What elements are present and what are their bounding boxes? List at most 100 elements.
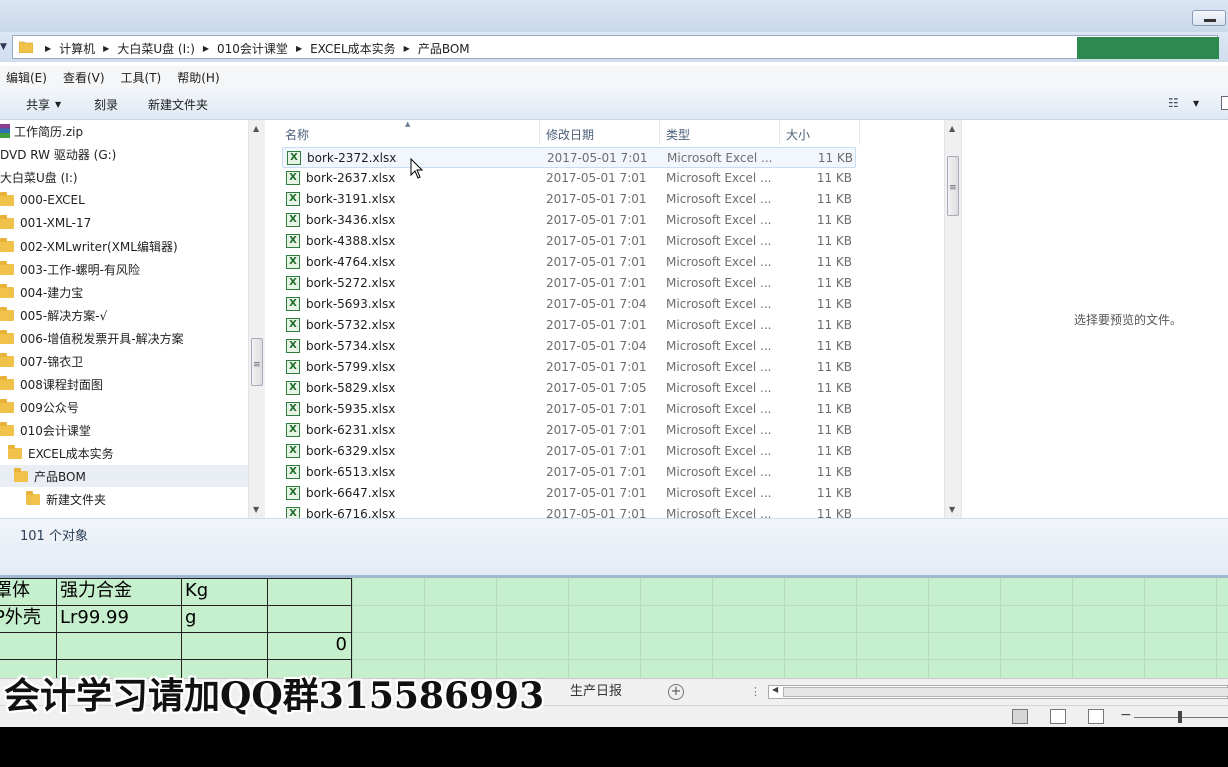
scrollbar-thumb[interactable] [783, 687, 1228, 697]
column-type[interactable]: 类型 [666, 126, 690, 143]
nav-item[interactable]: 006-增值税发票开具-解决方案 [0, 327, 184, 349]
chevron-right-icon[interactable]: ▶ [296, 44, 302, 53]
file-row[interactable]: Xbork-4764.xlsx 2017-05-01 7:01 Microsoft … [282, 252, 856, 273]
column-size[interactable]: 大小 [786, 126, 810, 143]
nav-item[interactable]: EXCEL成本实务 [8, 442, 114, 464]
breadcrumb-item[interactable]: 产品BOM [418, 40, 470, 57]
minimize-button[interactable] [1192, 10, 1226, 26]
breadcrumb-item[interactable]: 010会计课堂 [217, 40, 288, 57]
nav-item[interactable]: 大白菜U盘 (I:) [0, 166, 78, 188]
excel-cell[interactable]: P外壳 [0, 605, 57, 633]
column-divider[interactable] [659, 120, 660, 145]
zoom-slider-thumb[interactable] [1178, 711, 1182, 723]
zoom-out-icon[interactable]: − [1120, 707, 1132, 723]
nav-item[interactable]: 产品BOM [0, 465, 248, 487]
nav-item[interactable]: 008课程封面图 [0, 373, 103, 395]
chevron-right-icon[interactable]: ▶ [103, 44, 109, 53]
nav-item[interactable]: 新建文件夹 [14, 488, 106, 510]
menu-view[interactable]: 查看(V) [63, 69, 105, 86]
file-row[interactable]: Xbork-5799.xlsx 2017-05-01 7:01 Microsoft … [282, 357, 856, 378]
excel-cell[interactable]: g [181, 605, 268, 633]
file-row[interactable]: Xbork-5935.xlsx 2017-05-01 7:01 Microsoft … [282, 399, 856, 420]
breadcrumb-item[interactable]: 计算机 [59, 40, 95, 57]
excel-cell[interactable]: Lr99.99 [56, 605, 182, 633]
preview-pane: 选择要预览的文件。 [961, 120, 1228, 518]
excel-cell[interactable]: - [0, 632, 57, 660]
menu-tools[interactable]: 工具(T) [121, 69, 162, 86]
burn-button[interactable]: 刻录 [94, 96, 118, 113]
column-date[interactable]: 修改日期 [546, 126, 594, 143]
file-row[interactable]: Xbork-2637.xlsx 2017-05-01 7:01 Microsoft … [282, 168, 856, 189]
file-row[interactable]: Xbork-3436.xlsx 2017-05-01 7:01 Microsoft … [282, 210, 856, 231]
scrollbar-thumb[interactable] [251, 338, 263, 386]
file-row[interactable]: Xbork-6329.xlsx 2017-05-01 7:01 Microsoft … [282, 441, 856, 462]
horizontal-scrollbar[interactable]: ◀ [768, 685, 1228, 699]
preview-pane-icon[interactable] [1221, 96, 1228, 110]
nav-item[interactable]: 009公众号 [0, 396, 79, 418]
file-row[interactable]: Xbork-6231.xlsx 2017-05-01 7:01 Microsoft … [282, 420, 856, 441]
page-break-view-icon[interactable] [1088, 709, 1104, 724]
file-row[interactable]: Xbork-2372.xlsx 2017-05-01 7:01 Microsoft … [282, 147, 856, 168]
file-date: 2017-05-01 7:01 [546, 255, 647, 269]
caret-down-icon[interactable]: ▼ [1193, 99, 1199, 108]
menu-edit[interactable]: 编辑(E) [6, 69, 47, 86]
scroll-down-icon[interactable]: ▼ [949, 505, 955, 514]
chevron-right-icon[interactable]: ▶ [203, 44, 209, 53]
file-row[interactable]: Xbork-5829.xlsx 2017-05-01 7:05 Microsoft … [282, 378, 856, 399]
share-button[interactable]: 共享 ▼ [26, 96, 61, 113]
file-row[interactable]: Xbork-5734.xlsx 2017-05-01 7:04 Microsoft … [282, 336, 856, 357]
back-dropdown-icon[interactable]: ▼ [0, 42, 10, 52]
nav-item[interactable]: 001-XML-17 [0, 212, 91, 234]
breadcrumb-item[interactable]: EXCEL成本实务 [310, 40, 396, 57]
chevron-right-icon[interactable]: ▶ [45, 44, 51, 53]
excel-cell[interactable]: 强力合金 [56, 578, 182, 606]
scroll-up-icon[interactable]: ▲ [253, 124, 259, 133]
file-row[interactable]: Xbork-3191.xlsx 2017-05-01 7:01 Microsoft … [282, 189, 856, 210]
nav-item[interactable]: 010会计课堂 [0, 419, 91, 441]
nav-item[interactable]: DVD RW 驱动器 (G:) [0, 143, 116, 165]
file-row[interactable]: Xbork-5732.xlsx 2017-05-01 7:01 Microsoft … [282, 315, 856, 336]
scroll-up-icon[interactable]: ▲ [949, 124, 955, 133]
normal-view-icon[interactable] [1012, 709, 1028, 724]
file-row[interactable]: Xbork-6513.xlsx 2017-05-01 7:01 Microsoft … [282, 462, 856, 483]
file-row[interactable]: Xbork-6716.xlsx 2017-05-01 7:01 Microsoft … [282, 504, 856, 518]
column-divider[interactable] [779, 120, 780, 145]
splitter-icon[interactable]: ⋮ [750, 685, 761, 698]
nav-item[interactable]: 003-工作-螺明-有风险 [0, 258, 140, 280]
nav-item[interactable]: 002-XMLwriter(XML编辑器) [0, 235, 178, 257]
excel-cell[interactable] [267, 605, 352, 633]
excel-cell[interactable]: 0 [267, 632, 352, 660]
column-name[interactable]: 名称 [285, 126, 309, 143]
excel-cell[interactable]: 罩体 [0, 578, 57, 606]
nav-item[interactable]: 工作简历.zip [0, 120, 83, 142]
scroll-down-icon[interactable]: ▼ [253, 505, 259, 514]
new-folder-button[interactable]: 新建文件夹 [148, 96, 208, 113]
nav-item[interactable]: 004-建力宝 [0, 281, 83, 303]
file-list-scrollbar[interactable]: ▲ ▼ [944, 120, 961, 518]
nav-item[interactable]: 007-锦衣卫 [0, 350, 83, 372]
file-row[interactable]: Xbork-5693.xlsx 2017-05-01 7:04 Microsoft … [282, 294, 856, 315]
search-box-covered[interactable] [1077, 37, 1219, 59]
view-options-icon[interactable]: ☷ [1168, 96, 1184, 110]
nav-scrollbar[interactable]: ▲ ▼ [248, 120, 265, 518]
chevron-right-icon[interactable]: ▶ [404, 44, 410, 53]
column-divider[interactable] [859, 120, 860, 145]
excel-cell[interactable] [56, 632, 182, 660]
excel-cell[interactable] [181, 632, 268, 660]
file-row[interactable]: Xbork-4388.xlsx 2017-05-01 7:01 Microsoft … [282, 231, 856, 252]
page-layout-view-icon[interactable] [1050, 709, 1066, 724]
add-sheet-icon[interactable]: + [668, 684, 684, 700]
scroll-left-icon[interactable]: ◀ [772, 685, 778, 694]
excel-cell[interactable]: Kg [181, 578, 268, 606]
column-divider[interactable] [539, 120, 540, 145]
address-field[interactable]: ▶ 计算机 ▶ 大白菜U盘 (I:) ▶ 010会计课堂 ▶ EXCEL成本实务… [12, 35, 1219, 59]
excel-cell[interactable] [267, 578, 352, 606]
breadcrumb-item[interactable]: 大白菜U盘 (I:) [117, 40, 195, 57]
file-row[interactable]: Xbork-5272.xlsx 2017-05-01 7:01 Microsoft … [282, 273, 856, 294]
scrollbar-thumb[interactable] [947, 156, 959, 216]
file-row[interactable]: Xbork-6647.xlsx 2017-05-01 7:01 Microsoft … [282, 483, 856, 504]
nav-item[interactable]: 005-解决方案-√ [0, 304, 107, 326]
menu-help[interactable]: 帮助(H) [177, 69, 219, 86]
nav-item[interactable]: 000-EXCEL [0, 189, 85, 211]
sheet-tab[interactable]: 生产日报 [562, 679, 630, 705]
